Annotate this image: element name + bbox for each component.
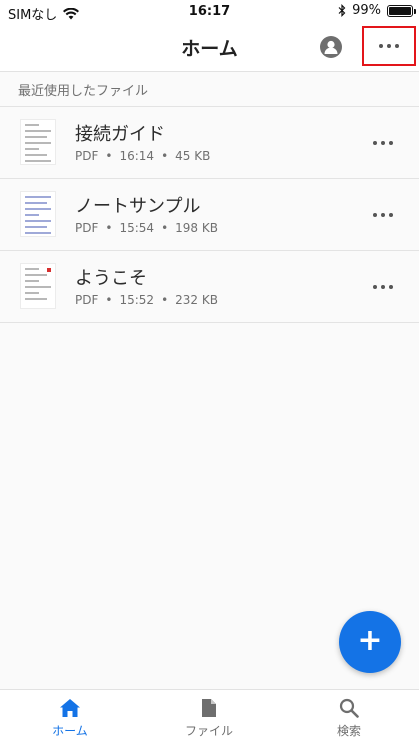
plus-icon: +	[357, 622, 383, 658]
file-row[interactable]: ようこそ PDF • 15:52 • 232 KB	[0, 251, 419, 323]
file-type: PDF	[75, 221, 99, 235]
more-icon	[373, 213, 393, 217]
app-header: ホーム	[0, 24, 419, 72]
file-row[interactable]: ノートサンプル PDF • 15:54 • 198 KB	[0, 179, 419, 251]
battery-fill	[389, 6, 411, 15]
home-icon	[60, 699, 80, 717]
file-name: 接続ガイド	[75, 124, 165, 145]
profile-icon	[324, 40, 338, 54]
more-options-button[interactable]	[362, 26, 416, 66]
tab-home[interactable]: ホーム	[20, 698, 120, 739]
file-meta: PDF • 15:52 • 232 KB	[75, 293, 218, 307]
file-type: PDF	[75, 149, 99, 163]
file-meta: PDF • 15:54 • 198 KB	[75, 221, 218, 235]
tab-label: ホーム	[52, 724, 88, 738]
profile-button[interactable]	[320, 36, 342, 58]
file-size: 45 KB	[175, 149, 211, 163]
pdf-thumbnail	[20, 191, 56, 237]
tab-label: ファイル	[184, 724, 233, 738]
status-right: 99%	[338, 3, 416, 18]
more-icon	[373, 285, 393, 289]
status-bar: SIMなし 16:17 99%	[0, 0, 419, 24]
file-more-button[interactable]	[369, 279, 397, 295]
bluetooth-icon	[338, 4, 346, 17]
file-row[interactable]: 接続ガイド PDF • 16:14 • 45 KB	[0, 107, 419, 179]
recent-files-list: 接続ガイド PDF • 16:14 • 45 KB ノートサンプル PDF • …	[0, 106, 419, 323]
pdf-thumbnail	[20, 263, 56, 309]
page-title: ホーム	[181, 38, 238, 60]
tab-search[interactable]: 検索	[299, 698, 399, 739]
meta-separator: •	[161, 221, 169, 235]
meta-separator: •	[105, 149, 113, 163]
more-icon	[379, 44, 399, 48]
file-name: ようこそ	[75, 268, 147, 289]
file-size: 198 KB	[175, 221, 218, 235]
file-time: 15:54	[119, 221, 155, 235]
file-type: PDF	[75, 293, 99, 307]
file-size: 232 KB	[175, 293, 218, 307]
file-name: ノートサンプル	[75, 196, 201, 217]
meta-separator: •	[105, 221, 113, 235]
file-time: 15:52	[119, 293, 155, 307]
battery-icon	[387, 4, 416, 17]
file-icon	[202, 699, 216, 717]
file-more-button[interactable]	[369, 135, 397, 151]
tab-files[interactable]: ファイル	[159, 698, 259, 739]
pdf-thumbnail	[20, 119, 56, 165]
more-icon	[373, 141, 393, 145]
search-icon	[339, 698, 359, 718]
meta-separator: •	[105, 293, 113, 307]
meta-separator: •	[161, 149, 169, 163]
file-more-button[interactable]	[369, 207, 397, 223]
battery-percent: 99%	[352, 3, 381, 18]
file-meta: PDF • 16:14 • 45 KB	[75, 149, 210, 163]
meta-separator: •	[161, 293, 169, 307]
add-button[interactable]: +	[339, 611, 401, 673]
recent-files-heading: 最近使用したファイル	[18, 84, 149, 99]
file-time: 16:14	[119, 149, 155, 163]
bottom-tab-bar: ホーム ファイル 検索	[0, 689, 419, 745]
tab-label: 検索	[336, 724, 361, 738]
